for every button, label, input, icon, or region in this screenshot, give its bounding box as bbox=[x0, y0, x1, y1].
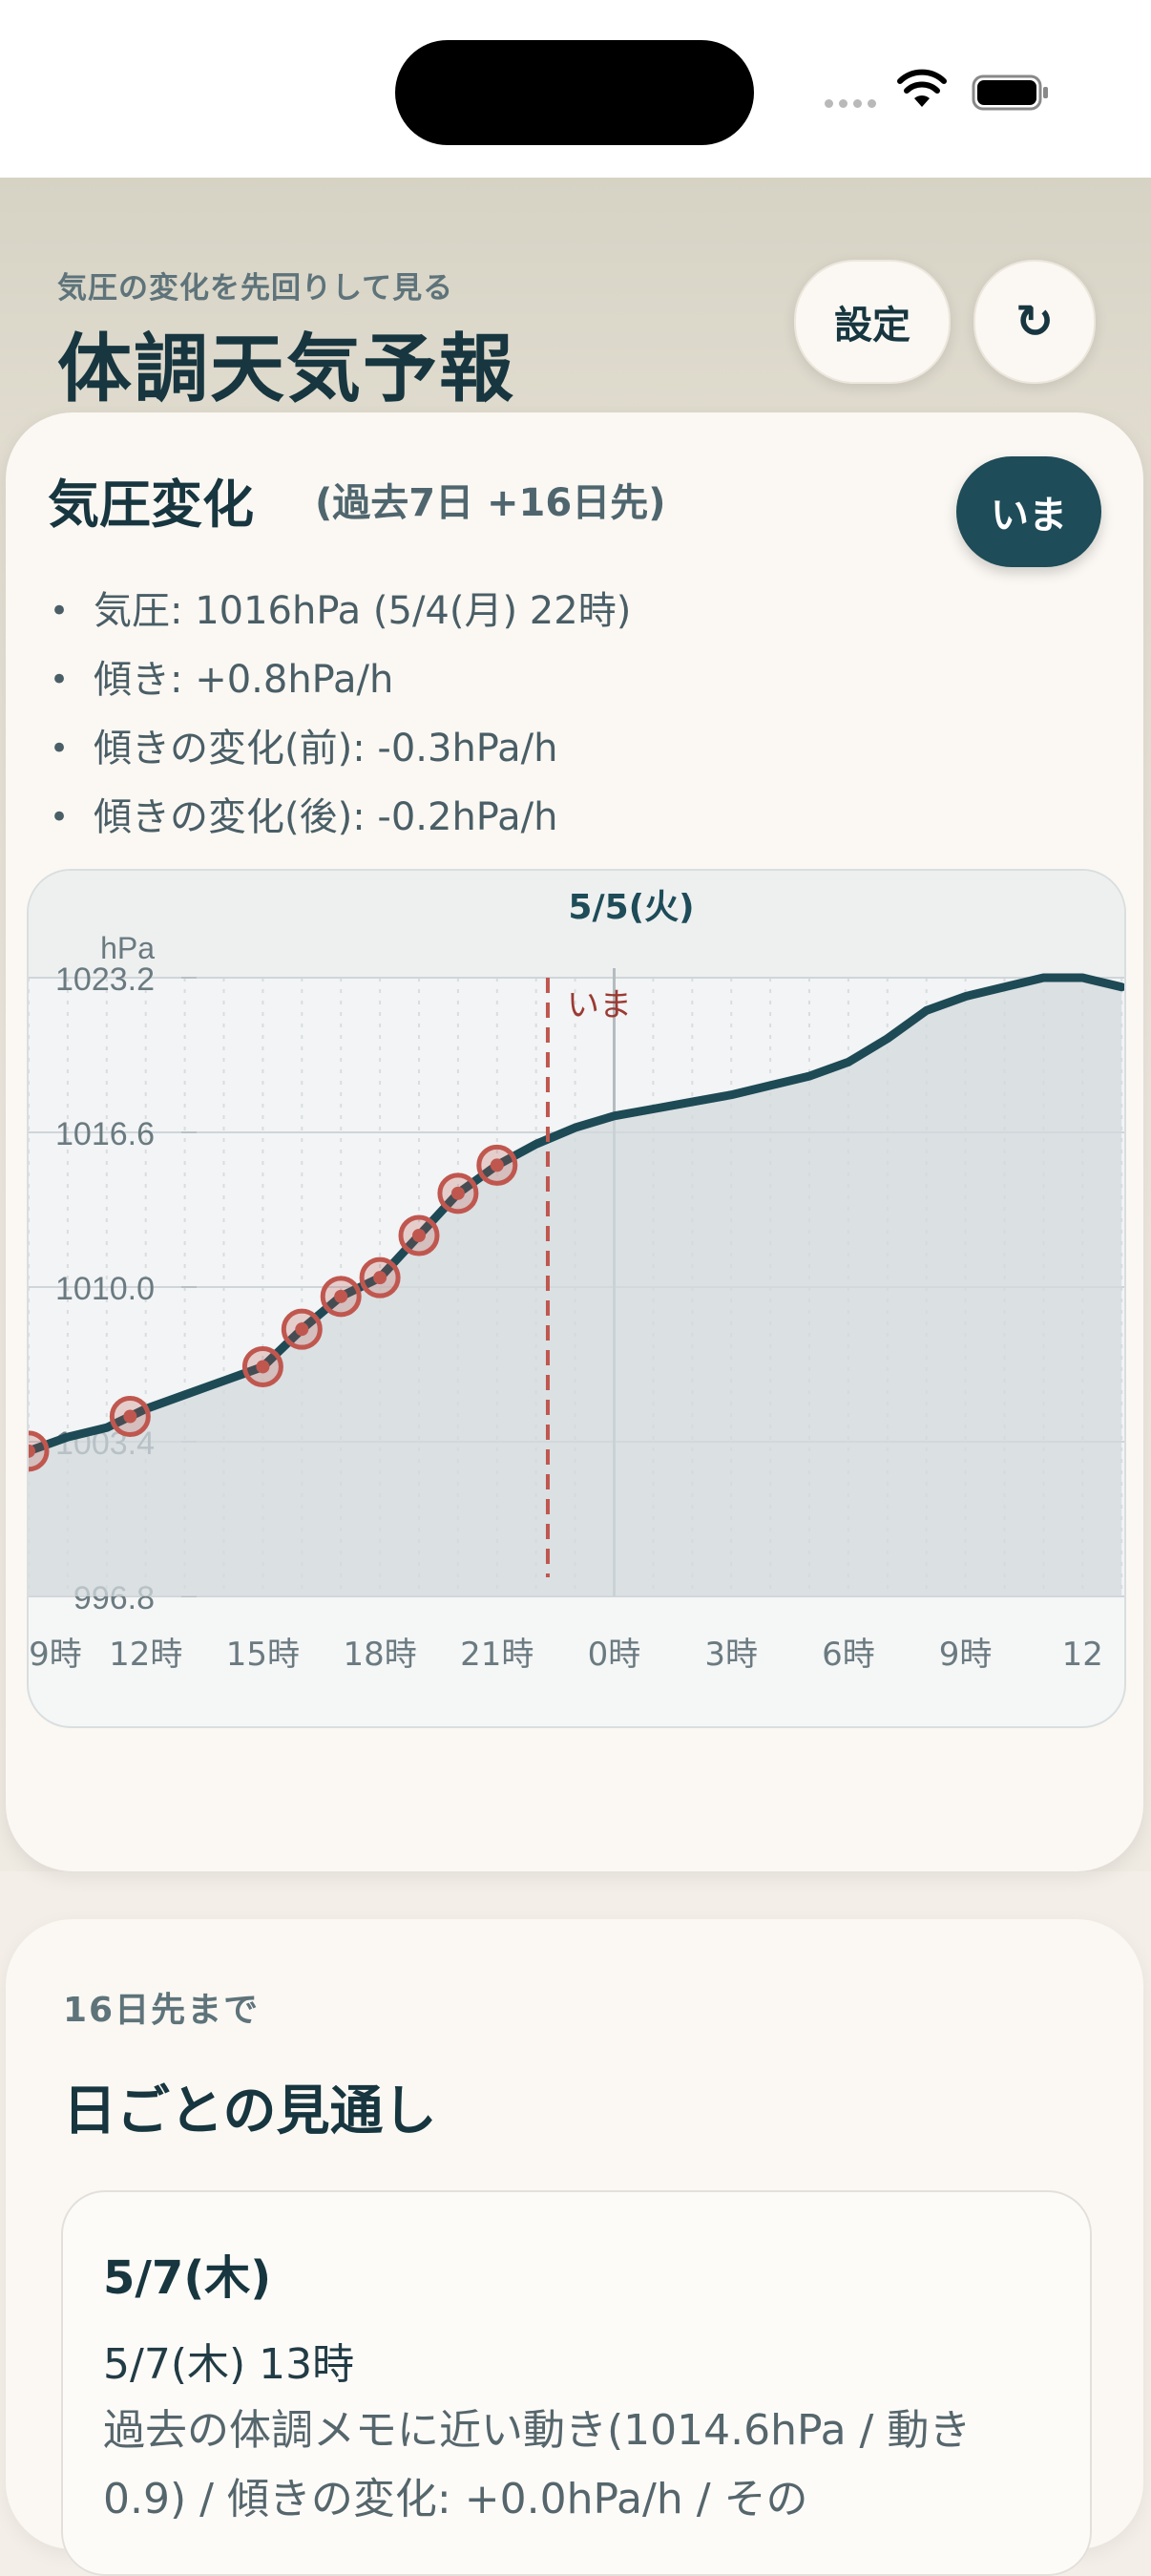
day-card-time: 5/7(木) 13時 bbox=[103, 2340, 355, 2389]
stat-slope: 傾き: +0.8hPa/h bbox=[50, 645, 631, 714]
pressure-marker-dot bbox=[123, 1409, 137, 1424]
x-tick-label: 9時 bbox=[939, 1636, 993, 1674]
day-card-description: 過去の体調メモに近い動き(1014.6hPa / 動き 0.9) / 傾きの変化… bbox=[103, 2406, 972, 2523]
pressure-marker-dot bbox=[334, 1289, 348, 1303]
pressure-chart[interactable]: 1023.21016.61010.01003.4996.8hPa5/5(火)いま… bbox=[27, 869, 1126, 1728]
chart-date-label: 5/5(火) bbox=[568, 888, 694, 927]
y-tick-label: 1010.0 bbox=[55, 1271, 155, 1307]
stat-pressure: 気圧: 1016hPa (5/4(月) 22時) bbox=[50, 577, 631, 645]
pressure-marker-dot bbox=[295, 1322, 309, 1337]
x-tick-label: 6時 bbox=[822, 1636, 875, 1674]
pressure-chart-svg: 1023.21016.61010.01003.4996.8hPa5/5(火)いま… bbox=[29, 871, 1124, 1674]
x-tick-label: 0時 bbox=[588, 1636, 641, 1674]
pressure-stats-list: 気圧: 1016hPa (5/4(月) 22時) 傾き: +0.8hPa/h 傾… bbox=[50, 577, 631, 852]
settings-button[interactable]: 設定 bbox=[794, 260, 951, 384]
pressure-marker-dot bbox=[373, 1271, 387, 1285]
pressure-card-range: (過去7日 +16日先) bbox=[315, 481, 666, 525]
x-tick-label: 15時 bbox=[226, 1636, 300, 1674]
daily-outlook-title: 日ごとの見通し bbox=[63, 2080, 437, 2143]
now-label: いま bbox=[567, 986, 632, 1024]
refresh-button[interactable]: ↻ bbox=[973, 260, 1096, 384]
pressure-marker-dot bbox=[490, 1158, 504, 1172]
wifi-icon bbox=[897, 69, 947, 107]
y-tick-label: 1023.2 bbox=[55, 961, 155, 998]
y-tick-label: 1016.6 bbox=[55, 1116, 155, 1152]
stat-slope-change-before: 傾きの変化(前): -0.3hPa/h bbox=[50, 714, 631, 783]
x-tick-label: 18時 bbox=[343, 1636, 416, 1674]
battery-icon bbox=[972, 74, 1048, 111]
x-tick-label: 21時 bbox=[460, 1636, 534, 1674]
y-unit-label: hPa bbox=[100, 931, 155, 965]
x-tick-label: 12時 bbox=[109, 1636, 182, 1674]
pressure-marker-dot bbox=[450, 1186, 465, 1200]
daily-outlook-subtitle: 16日先まで bbox=[63, 1991, 261, 2030]
day-card-date: 5/7(木) bbox=[103, 2251, 272, 2305]
signal-icon bbox=[825, 99, 876, 108]
pressure-marker-dot bbox=[256, 1360, 270, 1374]
dynamic-island bbox=[395, 40, 754, 145]
now-button[interactable]: いま bbox=[956, 456, 1101, 567]
pressure-marker-dot bbox=[412, 1229, 426, 1242]
status-bar bbox=[0, 0, 1151, 178]
app-title: 体調天気予報 bbox=[57, 327, 516, 412]
x-tick-label: 9時 bbox=[29, 1636, 82, 1674]
stat-slope-change-after: 傾きの変化(後): -0.2hPa/h bbox=[50, 783, 631, 852]
app-subtitle: 気圧の変化を先回りして見る bbox=[57, 271, 454, 306]
pressure-card-title: 気圧変化 bbox=[48, 475, 254, 535]
refresh-icon: ↻ bbox=[1015, 295, 1055, 348]
x-tick-label: 3時 bbox=[704, 1636, 758, 1674]
x-tick-label: 12 bbox=[1062, 1636, 1103, 1674]
